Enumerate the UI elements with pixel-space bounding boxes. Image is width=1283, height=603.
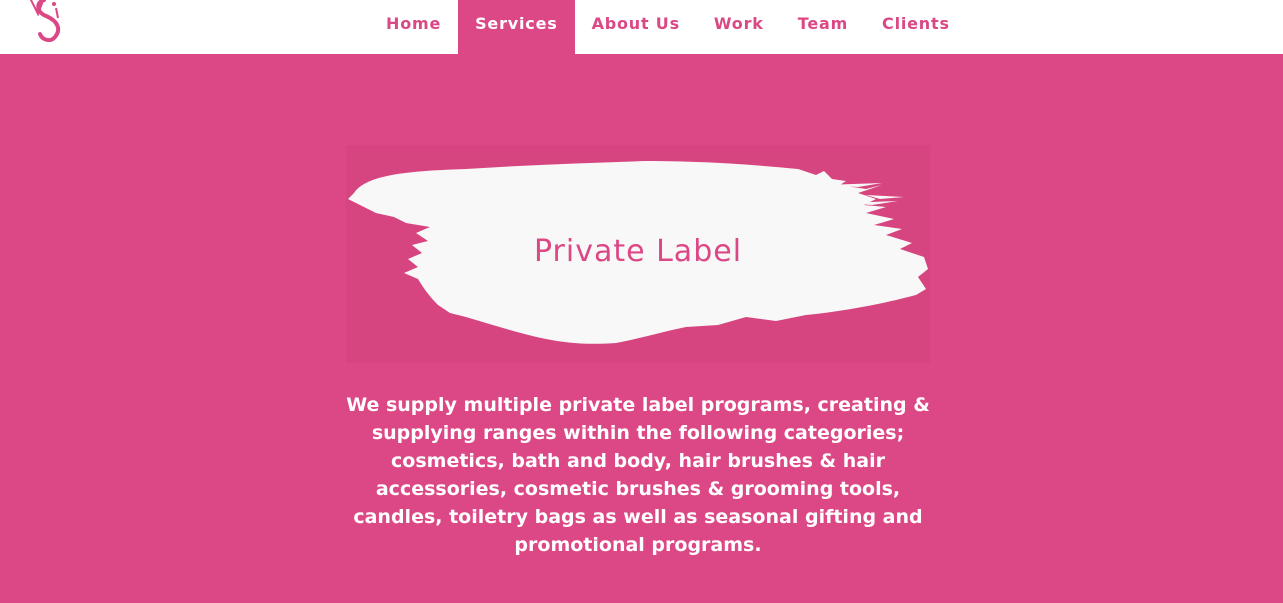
section-description: We supply multiple private label program… bbox=[346, 394, 930, 556]
nav-item-team[interactable]: Team bbox=[781, 0, 865, 48]
vs-monogram-icon bbox=[29, 0, 61, 43]
title-banner: Private Label bbox=[346, 145, 930, 363]
nav-item-home[interactable]: Home bbox=[369, 0, 458, 48]
main-nav: Home Services About Us Work Team Clients bbox=[369, 0, 967, 54]
nav-item-services[interactable]: Services bbox=[458, 0, 575, 54]
nav-item-clients[interactable]: Clients bbox=[865, 0, 967, 48]
logo[interactable] bbox=[24, 0, 70, 43]
nav-item-work[interactable]: Work bbox=[697, 0, 781, 48]
section-title: Private Label bbox=[533, 234, 743, 269]
nav-item-about-us[interactable]: About Us bbox=[575, 0, 697, 48]
site-header: Home Services About Us Work Team Clients bbox=[0, 0, 1283, 54]
